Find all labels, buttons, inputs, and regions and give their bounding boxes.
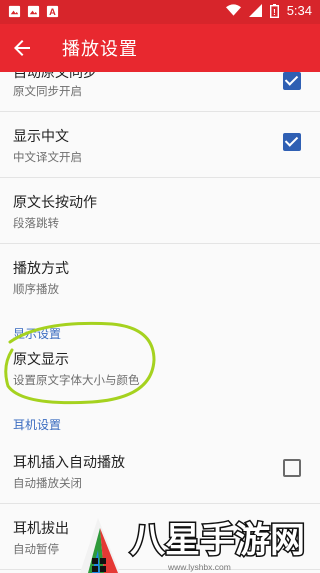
status-time: 5:34 bbox=[286, 3, 312, 18]
setting-summary: 顺序播放 bbox=[13, 282, 59, 296]
setting-play-mode[interactable]: 播放方式 顺序播放 bbox=[0, 244, 320, 310]
setting-auto-sync[interactable]: 自动原文同步 原文同步开启 bbox=[0, 72, 320, 112]
watermark-text: 八星手游网 bbox=[130, 521, 305, 561]
battery-icon: ! bbox=[269, 3, 279, 18]
setting-title: 自动原文同步 bbox=[13, 72, 97, 81]
text-icon: A bbox=[46, 5, 59, 17]
show-chinese-checkbox[interactable] bbox=[283, 133, 301, 151]
setting-show-chinese[interactable]: 显示中文 中文译文开启 bbox=[0, 112, 320, 178]
image-icon bbox=[27, 5, 40, 18]
setting-summary: 中文译文开启 bbox=[13, 150, 82, 164]
svg-text:!: ! bbox=[273, 8, 276, 17]
setting-title: 耳机拔出 bbox=[13, 521, 69, 537]
setting-title: 原文长按动作 bbox=[13, 195, 97, 211]
highlight-circle bbox=[4, 321, 156, 405]
wifi-icon bbox=[225, 4, 241, 16]
status-bar: A ! 5:34 bbox=[0, 0, 320, 24]
watermark-url: www.lyshbx.com bbox=[167, 562, 231, 572]
setting-long-press[interactable]: 原文长按动作 段落跳转 bbox=[0, 178, 320, 244]
setting-insert-autoplay[interactable]: 耳机插入自动播放 自动播放关闭 bbox=[0, 438, 320, 504]
setting-summary: 自动播放关闭 bbox=[13, 476, 82, 490]
setting-summary: 自动暂停 bbox=[13, 542, 59, 556]
section-earphone: 耳机设置 bbox=[0, 401, 320, 438]
sync-checkbox[interactable] bbox=[283, 72, 301, 90]
setting-title: 耳机插入自动播放 bbox=[13, 455, 125, 471]
image-icon bbox=[8, 5, 21, 18]
svg-text:A: A bbox=[49, 7, 56, 17]
app-bar: 播放设置 bbox=[0, 24, 320, 72]
setting-title: 显示中文 bbox=[13, 129, 69, 145]
section-header: 耳机设置 bbox=[13, 418, 62, 432]
insert-autoplay-checkbox[interactable] bbox=[283, 459, 301, 477]
setting-summary: 原文同步开启 bbox=[13, 84, 82, 98]
arrow-left-icon[interactable] bbox=[10, 36, 34, 60]
setting-title: 播放方式 bbox=[13, 261, 69, 277]
page-title: 播放设置 bbox=[62, 39, 138, 60]
watermark-logo: 八星手游网 www.lyshbx.com bbox=[80, 518, 307, 573]
setting-summary: 段落跳转 bbox=[13, 216, 59, 230]
signal-icon bbox=[248, 4, 262, 17]
